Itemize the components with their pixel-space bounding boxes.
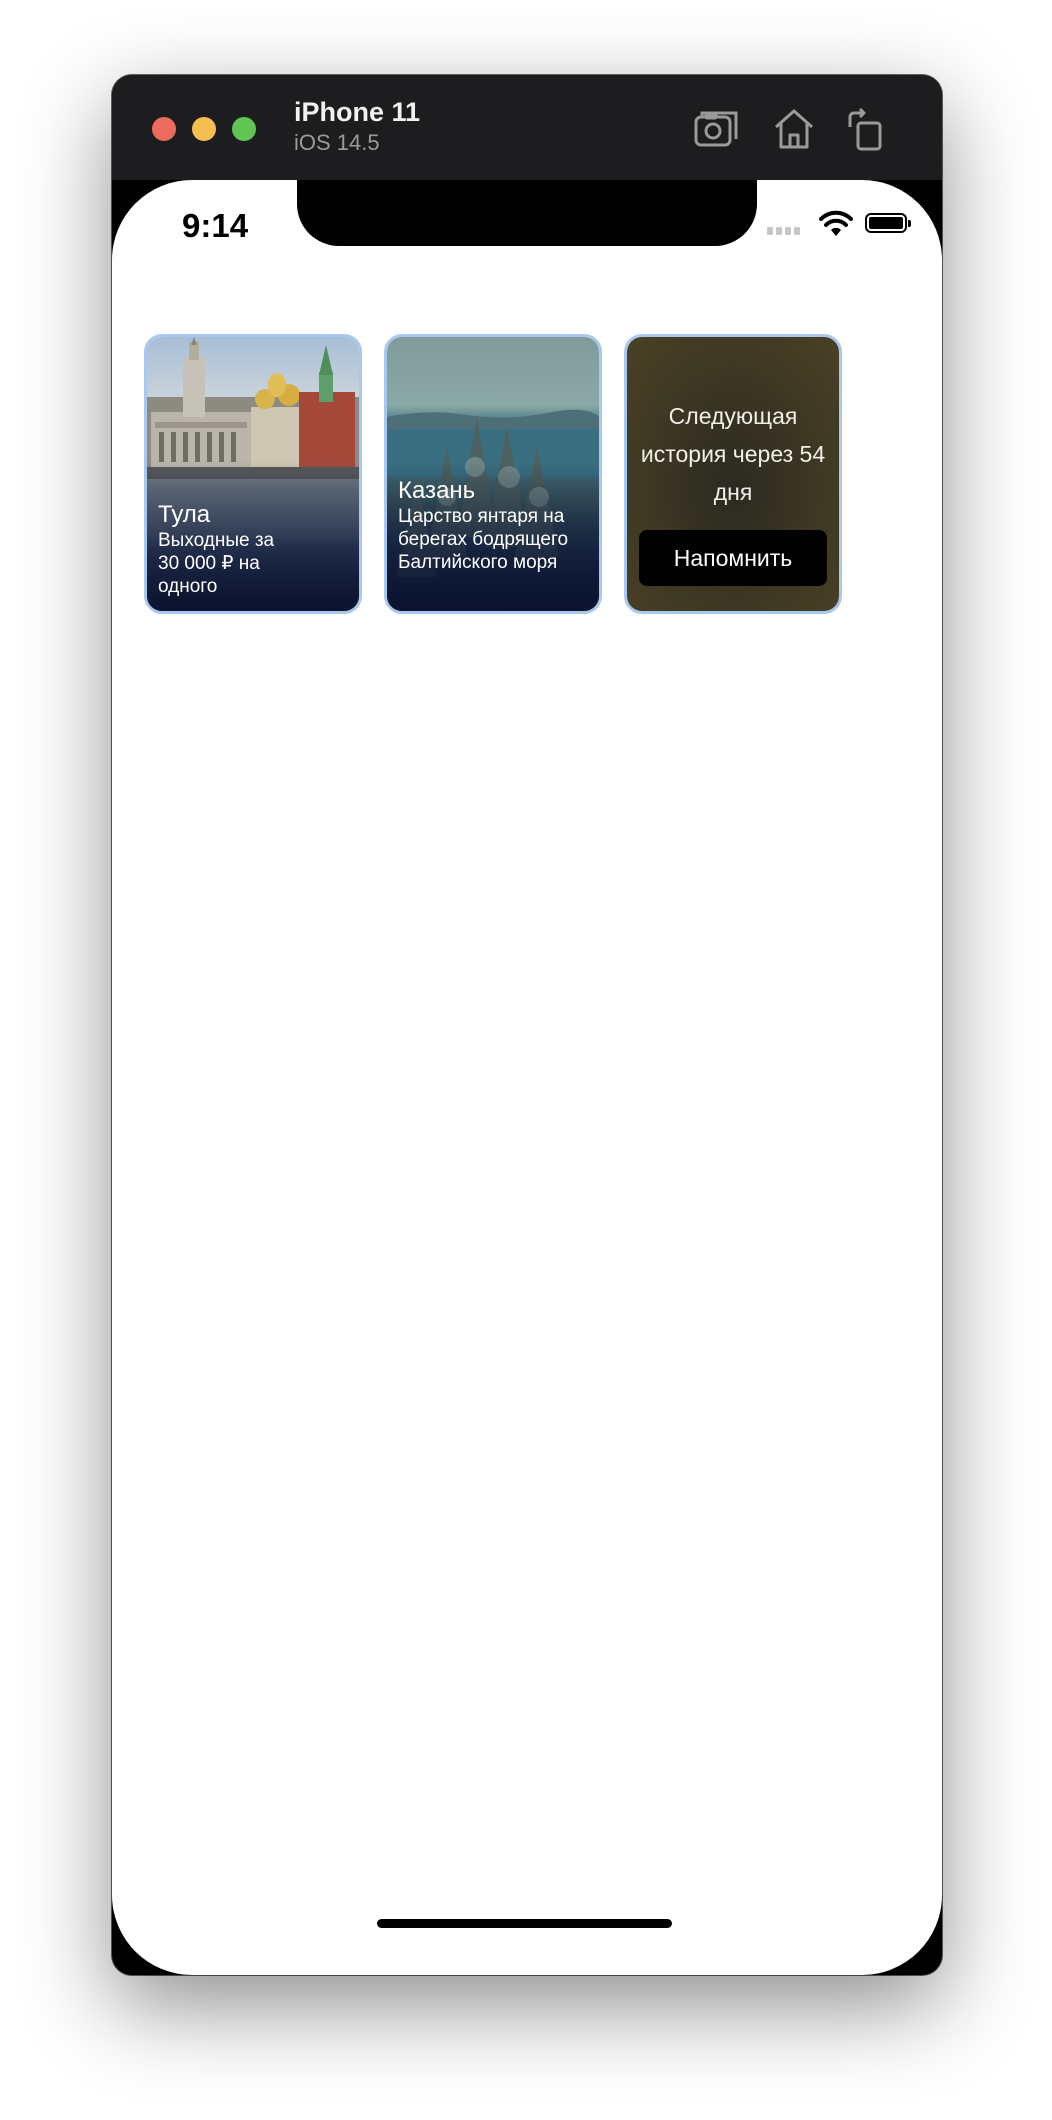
next-story-countdown: Следующая история через 54 дня [640, 403, 826, 505]
minimize-window-button[interactable] [192, 117, 216, 141]
wifi-icon [819, 210, 853, 236]
device-name: iPhone 11 [294, 97, 421, 127]
cellular-signal-icon [767, 222, 803, 240]
simulator-window: iPhone 11 iOS 14.5 9:14 Тула Выходные за… [112, 75, 942, 1975]
battery-icon [865, 213, 911, 233]
story-subtitle: Царство янтаря на берегах бодрящего Балт… [398, 506, 569, 573]
story-card-tula[interactable]: Тула Выходные за 30 000 ₽ на одного [144, 334, 362, 614]
simulator-titlebar: iPhone 11 iOS 14.5 [112, 75, 942, 180]
story-subtitle: Выходные за 30 000 ₽ на одного [158, 530, 275, 597]
zoom-window-button[interactable] [232, 117, 256, 141]
status-time: 9:14 [182, 207, 249, 244]
status-indicators [767, 210, 911, 240]
home-indicator[interactable] [377, 1919, 672, 1928]
story-card-kazan[interactable]: Казань Царство янтаря на берегах бодряще… [384, 334, 602, 614]
remind-button[interactable]: Напомнить [639, 530, 827, 586]
close-window-button[interactable] [152, 117, 176, 141]
rotate-icon[interactable] [842, 105, 890, 153]
notch [297, 180, 757, 246]
next-story-card: Следующая история через 54 дня Напомнить [624, 334, 842, 614]
story-title: Тула [158, 501, 211, 528]
screenshot-icon[interactable] [692, 105, 740, 153]
phone-screen: 9:14 Тула Выходные за 30 000 ₽ на одного… [112, 180, 942, 1975]
home-icon[interactable] [770, 105, 818, 153]
device-os-version: iOS 14.5 [294, 130, 380, 155]
story-title: Казань [398, 477, 476, 504]
